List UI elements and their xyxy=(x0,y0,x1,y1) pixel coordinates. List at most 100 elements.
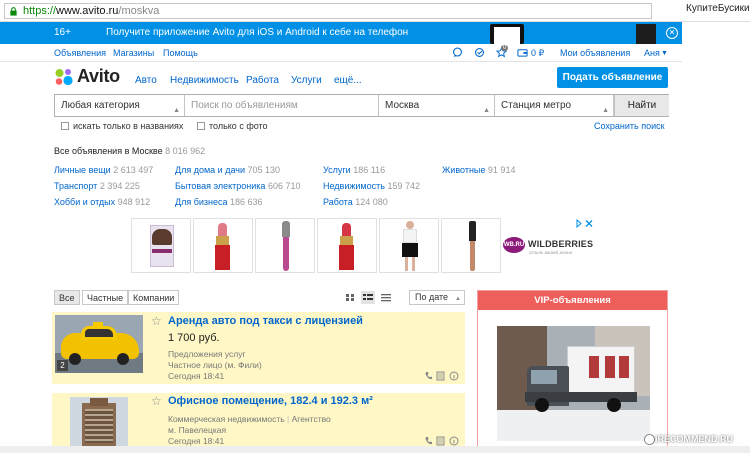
avito-logo-text[interactable]: Avito xyxy=(77,66,120,87)
category-link[interactable]: Хобби и отдых 948 912 xyxy=(54,197,150,207)
category-count: 705 130 xyxy=(247,165,281,175)
close-icon[interactable]: ✕ xyxy=(666,27,678,39)
avito-logo-icon[interactable] xyxy=(54,67,74,87)
ad-product-lipgloss[interactable] xyxy=(441,218,501,273)
category-name[interactable]: Личные вещи xyxy=(54,165,111,175)
category-link[interactable]: Услуги 186 116 xyxy=(323,165,385,175)
url-text: https://www.avito.ru/moskva xyxy=(23,5,159,17)
category-count: 159 742 xyxy=(387,181,420,191)
category-name[interactable]: Транспорт xyxy=(54,181,97,191)
tab-private[interactable]: Частные xyxy=(82,290,129,305)
category-link[interactable]: Транспорт 2 394 225 xyxy=(54,181,140,191)
ad-product-lipstick[interactable] xyxy=(317,218,377,273)
city-value: Москва xyxy=(385,100,420,111)
all-ads-count: 8 016 962 xyxy=(165,146,206,156)
only-photo-checkbox[interactable] xyxy=(197,122,205,130)
category-link[interactable]: Недвижимость 159 742 xyxy=(323,181,420,191)
find-button[interactable]: Найти xyxy=(614,95,669,116)
category-count: 186 636 xyxy=(230,197,263,207)
app-promo-text[interactable]: Получите приложение Avito для iOS и Andr… xyxy=(106,27,408,38)
sort-select[interactable]: По дате ▲ xyxy=(409,290,465,305)
listing-photo[interactable] xyxy=(55,315,143,373)
ad-banner[interactable]: WB.RU WILDBERRIES Стиль вашей жизни xyxy=(131,218,593,273)
recommend-logo-icon xyxy=(644,434,655,445)
star-icon[interactable]: ☆ xyxy=(151,394,162,408)
nav-ads[interactable]: Объявления xyxy=(54,48,106,58)
chat-icon[interactable] xyxy=(452,47,463,58)
nav-jobs[interactable]: Работа xyxy=(246,75,279,86)
notifications-icon[interactable] xyxy=(474,47,485,58)
listing-title[interactable]: Офисное помещение, 182.4 и 192.3 м² xyxy=(168,395,373,407)
category-link[interactable]: Животные 91 914 xyxy=(442,165,515,175)
listing-date: Сегодня 18:41 xyxy=(168,436,225,446)
post-ad-button[interactable]: Подать объявление xyxy=(557,67,668,88)
category-name[interactable]: Хобби и отдых xyxy=(54,197,115,207)
nav-more[interactable]: ещё... xyxy=(334,75,362,86)
lock-icon xyxy=(10,7,17,16)
category-name[interactable]: Животные xyxy=(442,165,485,175)
listing-photo[interactable] xyxy=(70,397,128,446)
listing-item[interactable]: ☆ Офисное помещение, 182.4 и 192.3 м² Ко… xyxy=(52,393,465,446)
all-ads-title: Все объявления в Москве 8 016 962 xyxy=(54,146,205,156)
category-name[interactable]: Услуги xyxy=(323,165,351,175)
list-view-icon[interactable] xyxy=(361,291,375,304)
metro-select[interactable]: Станция метро ▲ xyxy=(495,95,614,116)
nav-shops[interactable]: Магазины xyxy=(113,48,154,58)
listing-category-name: Коммерческая недвижимость xyxy=(168,414,285,424)
nav-realty[interactable]: Недвижимость xyxy=(170,75,239,86)
tab-all[interactable]: Все xyxy=(54,290,80,305)
save-search-link[interactable]: Сохранить поиск xyxy=(594,121,665,131)
listing-title[interactable]: Аренда авто под такси с лицензией xyxy=(168,315,363,327)
nav-help[interactable]: Помощь xyxy=(163,48,198,58)
category-select[interactable]: Любая категория ▲ xyxy=(55,95,185,116)
only-photo-label[interactable]: только с фото xyxy=(209,121,268,131)
only-titles-checkbox[interactable] xyxy=(61,122,69,130)
ad-product-lipgloss[interactable] xyxy=(255,218,315,273)
top-nav: Объявления Магазины Помощь 0 0 ₽ Мои объ… xyxy=(0,44,682,62)
category-name[interactable]: Бытовая электроника xyxy=(175,181,265,191)
category-name[interactable]: Для бизнеса xyxy=(175,197,228,207)
search-placeholder: Поиск по объявлениям xyxy=(191,100,298,111)
page-margin xyxy=(682,22,750,62)
my-ads-link[interactable]: Мои объявления xyxy=(560,48,630,58)
watermark: iRECOMMEND.RU xyxy=(655,434,733,444)
listing-actions[interactable] xyxy=(423,436,463,446)
listing-category: Коммерческая недвижимость | Агентство xyxy=(168,414,331,424)
category-link[interactable]: Работа 124 080 xyxy=(323,197,388,207)
listing-price: 1 700 руб. xyxy=(168,332,220,344)
only-titles-label[interactable]: искать только в названиях xyxy=(73,121,183,131)
vip-ads-panel: VIP-объявления xyxy=(477,290,668,453)
city-select[interactable]: Москва ▲ xyxy=(379,95,495,116)
ad-product-outfit[interactable] xyxy=(379,218,439,273)
listing-item[interactable]: 2 ☆ Аренда авто под такси с лицензией 1 … xyxy=(52,312,465,384)
category-name[interactable]: Недвижимость xyxy=(323,181,385,191)
tab-companies[interactable]: Компании xyxy=(128,290,180,305)
listing-category: Предложения услуг xyxy=(168,349,246,359)
address-bar[interactable]: https://www.avito.ru/moskva xyxy=(4,3,652,19)
category-link[interactable]: Для дома и дачи 705 130 xyxy=(175,165,280,175)
category-link[interactable]: Личные вещи 2 613 497 xyxy=(54,165,153,175)
wallet-icon[interactable] xyxy=(517,47,528,58)
compact-view-icon[interactable] xyxy=(379,291,393,304)
listing-actions[interactable] xyxy=(423,371,463,381)
search-input[interactable]: Поиск по объявлениям xyxy=(185,95,379,116)
category-count: 948 912 xyxy=(117,197,151,207)
vip-ad-photo[interactable] xyxy=(497,326,650,441)
category-link[interactable]: Бытовая электроника 606 710 xyxy=(175,181,300,191)
ad-product-hair-dye[interactable] xyxy=(131,218,191,273)
app-promo-banner[interactable]: 16+ Получите приложение Avito для iOS и … xyxy=(0,22,682,44)
chevron-down-icon[interactable]: ▼ xyxy=(661,50,668,57)
grid-view-icon[interactable] xyxy=(343,291,357,304)
nav-auto[interactable]: Авто xyxy=(135,75,157,86)
user-menu[interactable]: Аня xyxy=(644,48,660,58)
category-name[interactable]: Для дома и дачи xyxy=(175,165,245,175)
select-arrows-icon: ▲ xyxy=(173,107,180,114)
star-icon[interactable]: ☆ xyxy=(151,314,162,328)
category-name[interactable]: Работа xyxy=(323,197,353,207)
listing-seller: Частное лицо (м. Фили) xyxy=(168,360,262,370)
ad-product-lipstick[interactable] xyxy=(193,218,253,273)
adchoices-icon[interactable] xyxy=(576,219,594,228)
nav-services[interactable]: Услуги xyxy=(291,75,322,86)
balance[interactable]: 0 ₽ xyxy=(531,48,544,59)
category-link[interactable]: Для бизнеса 186 636 xyxy=(175,197,263,207)
